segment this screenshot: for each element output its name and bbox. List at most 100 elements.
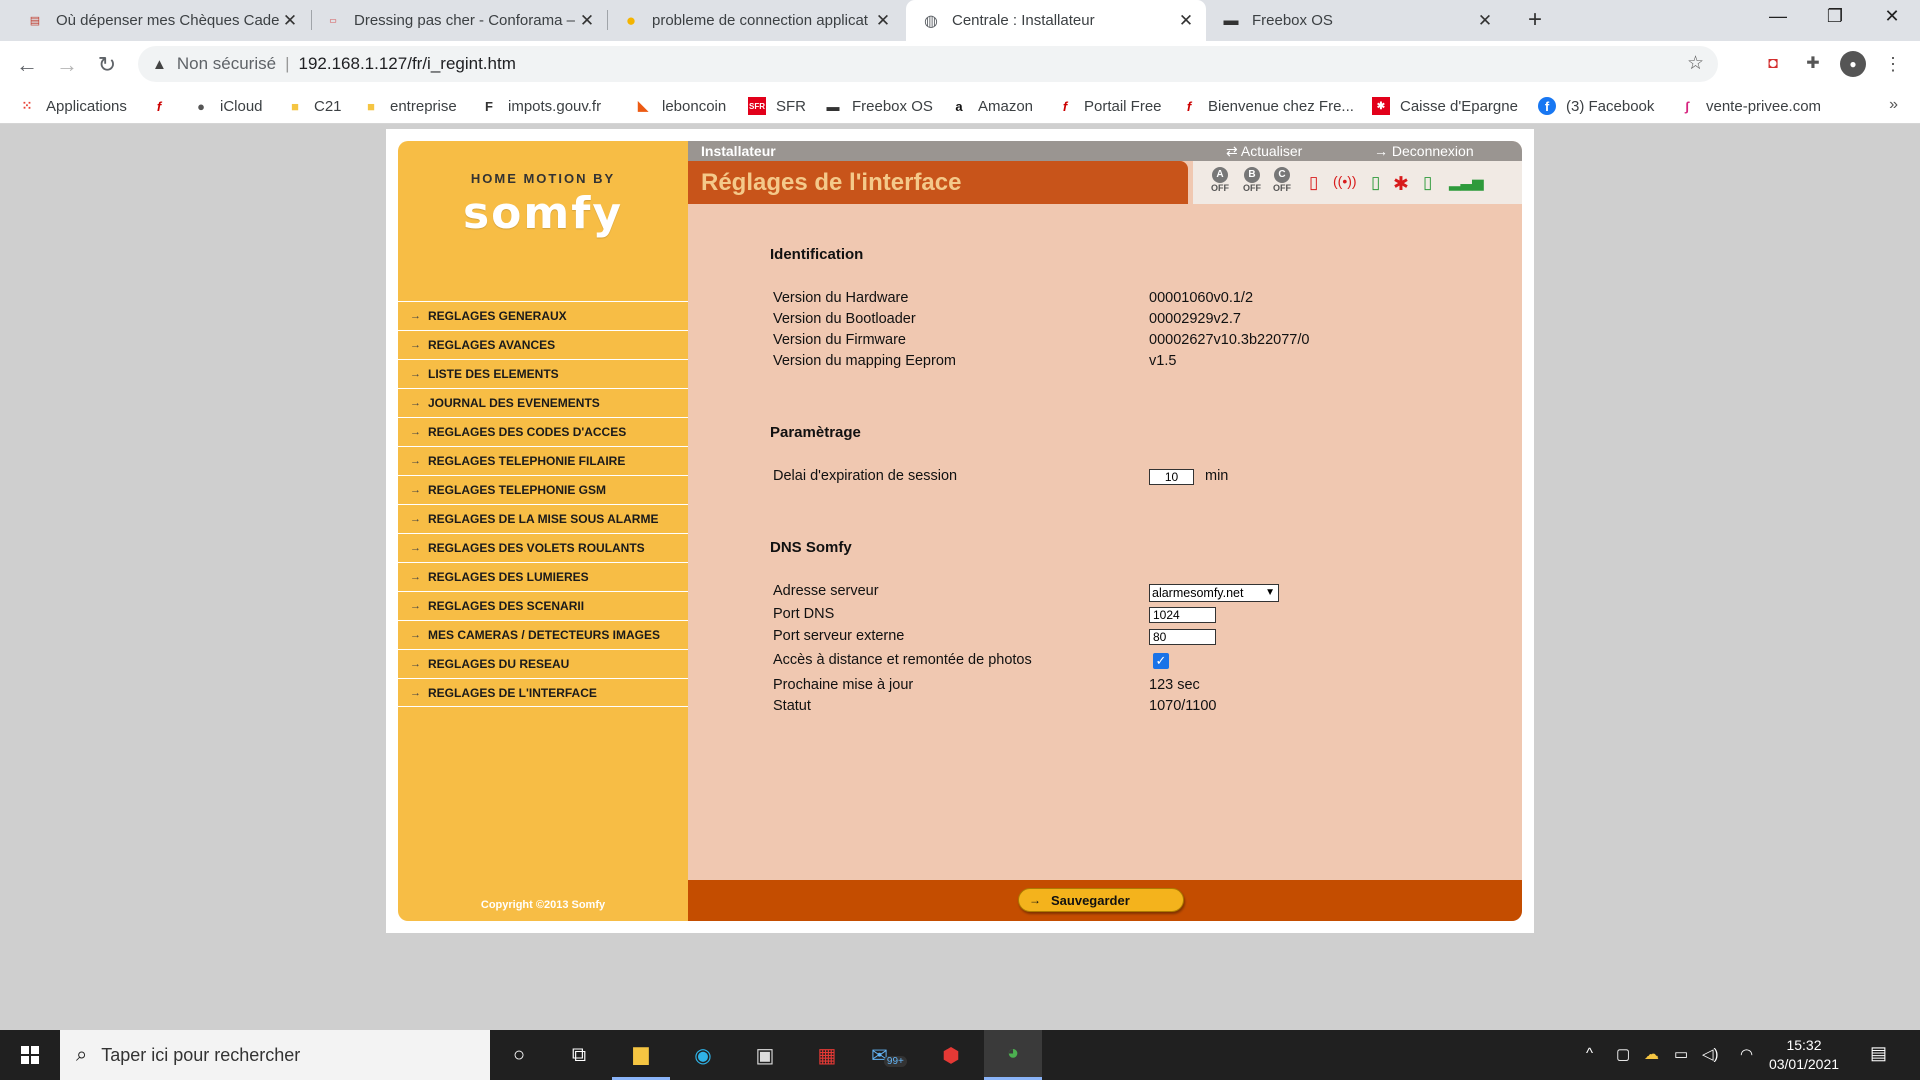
amazon-logo-icon: a bbox=[955, 98, 963, 114]
sidebar-item-liste-elements[interactable]: → LISTE DES ELEMENTS bbox=[398, 359, 688, 388]
bookmark-vente-privee[interactable]: ʃ vente-privee.com bbox=[1678, 94, 1821, 118]
close-tab-icon[interactable]: ✕ bbox=[280, 11, 300, 31]
pocket-extension-icon[interactable]: ◘ bbox=[1760, 51, 1786, 77]
folder-icon: ■ bbox=[291, 98, 299, 114]
free-logo-icon: f bbox=[156, 98, 162, 114]
gift-app-icon[interactable]: ▦ bbox=[798, 1030, 856, 1080]
close-tab-icon[interactable]: ✕ bbox=[1475, 11, 1495, 31]
sidebar-item-journal-evenements[interactable]: → JOURNAL DES EVENEMENTS bbox=[398, 388, 688, 417]
bookmark-facebook[interactable]: f (3) Facebook bbox=[1538, 94, 1654, 118]
tab-centrale-installateur[interactable]: ◍ Centrale : Installateur ✕ bbox=[906, 0, 1206, 41]
gsm-signal-icon: ▂▃▅ bbox=[1449, 174, 1484, 191]
volume-icon[interactable]: ◁) bbox=[1702, 1045, 1719, 1063]
task-view-icon[interactable]: ⧉ bbox=[550, 1030, 608, 1080]
dns-port-input[interactable]: 1024 bbox=[1149, 607, 1216, 623]
sidebar-item-label: REGLAGES DU RESEAU bbox=[428, 657, 570, 671]
bookmark-icloud[interactable]: ● iCloud bbox=[192, 94, 262, 118]
sidebar-item-scenarii[interactable]: → REGLAGES DES SCENARII bbox=[398, 591, 688, 620]
notifications-icon[interactable]: ▤ bbox=[1870, 1043, 1887, 1064]
sidebar-item-cameras-detecteurs[interactable]: → MES CAMERAS / DETECTEURS IMAGES bbox=[398, 620, 688, 649]
leboncoin-logo-icon: ◣ bbox=[638, 98, 648, 113]
sidebar-item-lumieres[interactable]: → REGLAGES DES LUMIERES bbox=[398, 562, 688, 591]
refresh-link[interactable]: ⇄ Actualiser bbox=[1226, 143, 1302, 160]
close-tab-icon[interactable]: ✕ bbox=[873, 11, 893, 31]
bookmark-caisse-epargne[interactable]: ✱ Caisse d'Epargne bbox=[1372, 94, 1518, 118]
wifi-icon[interactable]: ◠ bbox=[1740, 1045, 1753, 1063]
store-icon[interactable]: ▣ bbox=[736, 1030, 794, 1080]
vpn-shield-icon[interactable]: ⬢ bbox=[922, 1030, 980, 1080]
tab-cheques-cadeau[interactable]: ▤ Où dépenser mes Chèques Cadea ✕ bbox=[0, 0, 310, 41]
extensions-puzzle-icon[interactable]: ✚ bbox=[1800, 51, 1826, 77]
sidebar-item-mise-sous-alarme[interactable]: → REGLAGES DE LA MISE SOUS ALARME bbox=[398, 504, 688, 533]
sidebar-item-reseau[interactable]: → REGLAGES DU RESEAU bbox=[398, 649, 688, 678]
sidebar-item-volets-roulants[interactable]: → REGLAGES DES VOLETS ROULANTS bbox=[398, 533, 688, 562]
file-explorer-icon[interactable]: ▆ bbox=[612, 1030, 670, 1080]
bookmark-bienvenue-free[interactable]: f Bienvenue chez Fre... bbox=[1180, 94, 1354, 118]
sidebar-item-telephonie-filaire[interactable]: → REGLAGES TELEPHONIE FILAIRE bbox=[398, 446, 688, 475]
system-clock[interactable]: 15:32 03/01/2021 bbox=[1760, 1036, 1848, 1074]
save-button[interactable]: → Sauvegarder bbox=[1018, 888, 1184, 912]
refresh-arrows-icon: ⇄ bbox=[1226, 143, 1241, 159]
bookmark-entreprise[interactable]: ■ entreprise bbox=[362, 94, 457, 118]
bookmark-leboncoin[interactable]: ◣ leboncoin bbox=[634, 94, 726, 118]
address-bar[interactable]: ▲ Non sécurisé | 192.168.1.127/fr/i_regi… bbox=[138, 46, 1718, 82]
sidebar-item-label: REGLAGES AVANCES bbox=[428, 338, 556, 352]
sfr-logo-icon: SFR bbox=[748, 97, 766, 115]
sidebar-item-codes-acces[interactable]: → REGLAGES DES CODES D'ACCES bbox=[398, 417, 688, 446]
next-update-label: Prochaine mise à jour bbox=[773, 677, 914, 693]
bookmark-c21[interactable]: ■ C21 bbox=[286, 94, 341, 118]
bookmark-amazon[interactable]: a Amazon bbox=[950, 94, 1033, 118]
bookmark-label: impots.gouv.fr bbox=[508, 97, 602, 115]
browser-menu-icon[interactable]: ⋮ bbox=[1880, 51, 1906, 77]
bookmark-star-icon[interactable]: ☆ bbox=[1687, 52, 1704, 75]
server-address-select[interactable]: alarmesomfy.net ▼ bbox=[1149, 584, 1279, 602]
external-port-input[interactable]: 80 bbox=[1149, 629, 1216, 645]
more-bookmarks-icon[interactable]: » bbox=[1889, 96, 1898, 114]
remote-access-checkbox[interactable]: ✓ bbox=[1153, 653, 1169, 669]
section-parametrage-heading: Paramètrage bbox=[770, 424, 861, 441]
bookmark-portail-free[interactable]: f Portail Free bbox=[1056, 94, 1162, 118]
chrome-icon[interactable]: ◕ bbox=[984, 1030, 1042, 1080]
tab-probleme-connection[interactable]: ● probleme de connection applicat ✕ bbox=[608, 0, 903, 41]
bookmark-applications[interactable]: ⁙ Applications bbox=[18, 94, 127, 118]
show-hidden-icons-icon[interactable]: ^ bbox=[1586, 1045, 1593, 1062]
search-placeholder: Taper ici pour rechercher bbox=[101, 1044, 301, 1065]
forward-arrow-icon[interactable]: → bbox=[52, 50, 82, 80]
new-tab-button[interactable]: + bbox=[1520, 6, 1550, 34]
bookmark-free-icon-only[interactable]: f bbox=[150, 94, 178, 118]
battery-tray-icon[interactable]: ▭ bbox=[1674, 1045, 1688, 1063]
close-tab-icon[interactable]: ✕ bbox=[577, 11, 597, 31]
bookmark-freebox-os[interactable]: ▬ Freebox OS bbox=[824, 94, 933, 118]
next-update-value: 123 sec bbox=[1149, 677, 1200, 693]
back-arrow-icon[interactable]: ← bbox=[12, 50, 42, 80]
address-separator: | bbox=[285, 54, 290, 73]
edge-browser-icon[interactable]: ◉ bbox=[674, 1030, 732, 1080]
close-window-icon[interactable]: ✕ bbox=[1877, 6, 1907, 27]
tab-conforama[interactable]: ▭ Dressing pas cher - Conforama – ✕ bbox=[312, 0, 607, 41]
sidebar-item-reglages-avances[interactable]: → REGLAGES AVANCES bbox=[398, 330, 688, 359]
reload-icon[interactable]: ↻ bbox=[92, 50, 122, 80]
minimize-window-icon[interactable]: — bbox=[1763, 6, 1793, 27]
sidebar-item-reglages-generaux[interactable]: → REGLAGES GENERAUX bbox=[398, 301, 688, 330]
sidebar-item-telephonie-gsm[interactable]: → REGLAGES TELEPHONIE GSM bbox=[398, 475, 688, 504]
logout-link[interactable]: → Deconnexion bbox=[1374, 143, 1474, 159]
close-tab-icon[interactable]: ✕ bbox=[1176, 11, 1196, 31]
onedrive-warning-icon[interactable]: ☁ bbox=[1644, 1045, 1659, 1063]
device-icon[interactable]: ▢ bbox=[1616, 1045, 1630, 1063]
bookmark-impots[interactable]: F impots.gouv.fr bbox=[480, 94, 601, 118]
profile-avatar-icon[interactable]: ● bbox=[1840, 51, 1866, 77]
search-icon: ⌕ bbox=[76, 1043, 88, 1066]
restore-window-icon[interactable]: ❐ bbox=[1820, 6, 1850, 27]
taskbar-search[interactable]: ⌕ Taper ici pour rechercher bbox=[60, 1030, 490, 1080]
bookmark-sfr[interactable]: SFR SFR bbox=[748, 94, 806, 118]
start-button[interactable] bbox=[0, 1030, 60, 1080]
zone-c-status: C OFF bbox=[1269, 167, 1295, 193]
arrow-right-icon: → bbox=[410, 600, 421, 612]
cortana-icon[interactable]: ○ bbox=[490, 1030, 548, 1080]
tab-freebox-os[interactable]: ▬ Freebox OS ✕ bbox=[1210, 0, 1505, 41]
bookmark-label: Freebox OS bbox=[852, 97, 933, 115]
zone-state: OFF bbox=[1243, 183, 1261, 193]
mail-icon[interactable]: ✉ 99+ bbox=[860, 1030, 918, 1080]
sidebar-item-interface[interactable]: → REGLAGES DE L'INTERFACE bbox=[398, 678, 688, 707]
session-timeout-input[interactable]: 10 bbox=[1149, 469, 1194, 485]
